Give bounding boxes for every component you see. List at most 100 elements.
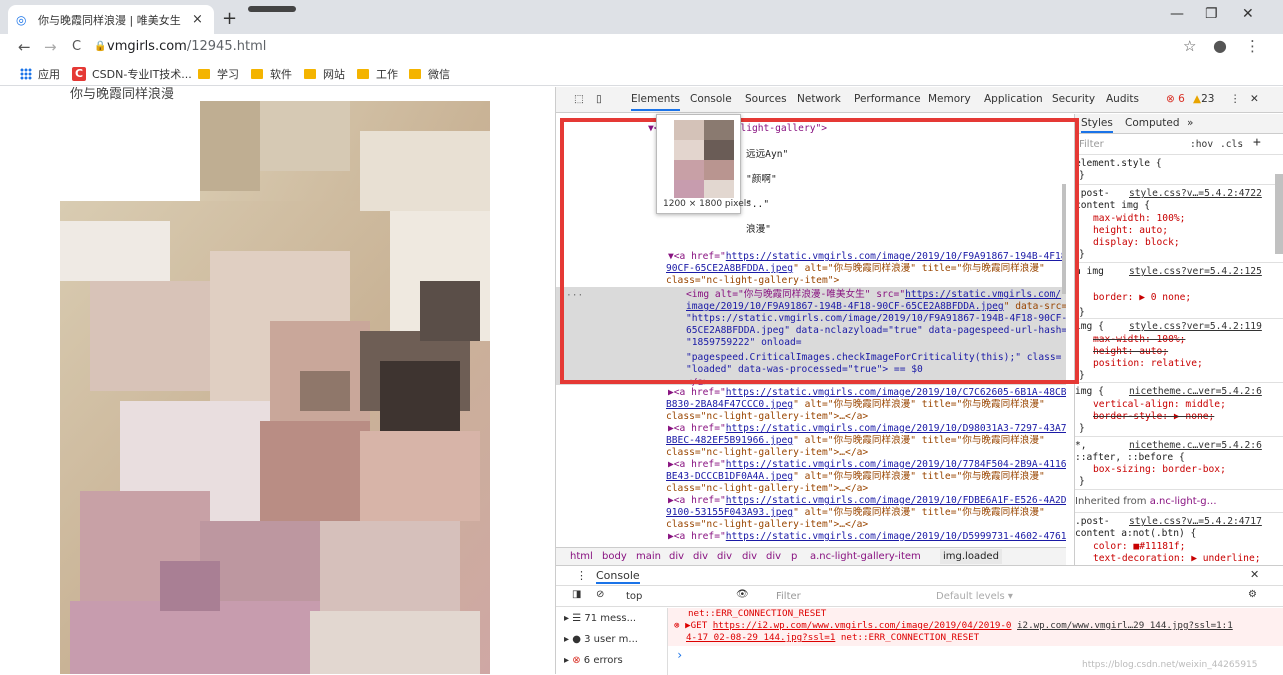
rule-source-link[interactable]: nicetheme.c…ver=5.4.2:6 bbox=[1129, 440, 1262, 452]
rule-source-link[interactable]: style.css?ver=5.4.2:125 bbox=[1129, 266, 1262, 278]
forward-button[interactable]: → bbox=[44, 38, 57, 56]
rule-source-link[interactable]: nicetheme.c…ver=5.4.2:6 bbox=[1129, 386, 1262, 398]
crumb-item[interactable]: p bbox=[791, 551, 797, 562]
anchor-node[interactable]: ▶<a href="https://static.vmgirls.com/ima… bbox=[668, 531, 1066, 543]
tab-elements[interactable]: Elements bbox=[631, 93, 680, 111]
messages-filter[interactable]: ▸ ☰ 71 mess... bbox=[564, 613, 636, 624]
decl[interactable]: height: auto; bbox=[1093, 225, 1168, 237]
log-url-link[interactable]: 4-17_02-08-29_144.jpg?ssl=1 bbox=[674, 632, 835, 643]
console-filter-input[interactable]: Filter bbox=[776, 591, 801, 602]
href-link[interactable]: 9100-53155F043A93.jpeg bbox=[666, 507, 793, 518]
console-prompt[interactable]: › bbox=[676, 648, 683, 662]
href-link[interactable]: https://static.vmgirls.com/image/2019/10… bbox=[726, 459, 1066, 470]
crumb-item[interactable]: div bbox=[766, 551, 781, 562]
context-select[interactable]: top bbox=[626, 591, 642, 602]
tab-application[interactable]: Application bbox=[984, 93, 1043, 105]
profile-icon[interactable]: ● bbox=[1213, 36, 1227, 55]
href-link[interactable]: https://static.vmgirls.com/image/2019/10… bbox=[726, 495, 1066, 506]
error-count-badge[interactable]: ⊗ 6 bbox=[1166, 93, 1185, 105]
errors-filter[interactable]: ▸ ⊗ 6 errors bbox=[564, 655, 623, 666]
hov-toggle[interactable]: :hov bbox=[1190, 139, 1213, 151]
log-url-link[interactable]: https://i2.wp.com/www.vmgirls.com/image/… bbox=[713, 620, 1012, 631]
warning-count-badge[interactable]: ▲23 bbox=[1193, 93, 1214, 105]
device-toolbar-icon[interactable]: ▯ bbox=[596, 93, 602, 105]
crumb-item[interactable]: body bbox=[602, 551, 627, 562]
tab-styles[interactable]: Styles bbox=[1081, 117, 1113, 133]
url-field[interactable]: vmgirls.com/12945.html bbox=[107, 39, 266, 54]
href-link[interactable]: https://static.vmgirls.com/image/2019/10… bbox=[726, 423, 1066, 434]
minimize-button[interactable]: — bbox=[1170, 6, 1184, 22]
restore-button[interactable]: ❐ bbox=[1205, 6, 1218, 22]
href-link[interactable]: https://static.vmgirls.com/image/2019/10… bbox=[726, 387, 1066, 398]
tab-audits[interactable]: Audits bbox=[1106, 93, 1139, 105]
anchor-node[interactable]: ▶<a href="https://static.vmgirls.com/ima… bbox=[668, 495, 1066, 507]
log-levels-select[interactable]: Default levels ▾ bbox=[936, 591, 1013, 602]
new-rule-icon[interactable]: + bbox=[1253, 136, 1261, 149]
bookmark-csdn[interactable]: C CSDN-专业IT技术... bbox=[72, 66, 192, 82]
crumb-item[interactable]: div bbox=[693, 551, 708, 562]
eye-icon[interactable]: 👁 bbox=[736, 589, 749, 600]
rule-source-link[interactable]: style.css?v…=5.4.2:4717 bbox=[1129, 516, 1262, 528]
decl-overridden[interactable]: max-width: 100%; bbox=[1093, 334, 1185, 346]
devtools-close-icon[interactable]: ✕ bbox=[1250, 93, 1259, 105]
console-tab[interactable]: Console bbox=[596, 569, 640, 584]
decl[interactable]: vertical-align: middle; bbox=[1093, 399, 1226, 411]
tab-security[interactable]: Security bbox=[1052, 93, 1095, 105]
console-close-icon[interactable]: ✕ bbox=[1250, 568, 1259, 581]
cls-toggle[interactable]: .cls bbox=[1220, 139, 1243, 151]
bookmark-star-icon[interactable]: ☆ bbox=[1183, 37, 1196, 55]
new-tab-button[interactable]: + bbox=[222, 8, 237, 29]
crumb-item[interactable]: html bbox=[570, 551, 593, 562]
tab-network[interactable]: Network bbox=[797, 93, 841, 105]
tab-performance[interactable]: Performance bbox=[854, 93, 921, 105]
crumb-item[interactable]: div bbox=[669, 551, 684, 562]
anchor-node[interactable]: ▶<a href="https://static.vmgirls.com/ima… bbox=[668, 423, 1066, 435]
href-link[interactable]: BBEC-482EF5B91966.jpeg bbox=[666, 435, 793, 446]
log-source-link[interactable]: i2.wp.com/www.vmgirl…29_144.jpg?ssl=1:1 bbox=[1017, 620, 1233, 631]
bookmark-folder-work[interactable]: 工作 bbox=[357, 66, 398, 82]
rule-source-link[interactable]: style.css?ver=5.4.2:119 bbox=[1129, 321, 1262, 333]
crumb-item-selected[interactable]: img.loaded bbox=[940, 549, 1002, 564]
rule-source-link[interactable]: style.css?v…=5.4.2:4722 bbox=[1129, 188, 1262, 200]
inspect-element-icon[interactable]: ⬚ bbox=[574, 93, 584, 105]
drawer-menu-icon[interactable]: ⋮ bbox=[576, 569, 587, 582]
crumb-item[interactable]: main bbox=[636, 551, 661, 562]
tab-more[interactable]: » bbox=[1187, 117, 1193, 129]
sidebar-toggle-icon[interactable]: ◨ bbox=[572, 589, 581, 600]
tab-memory[interactable]: Memory bbox=[928, 93, 971, 105]
pixelated-photo[interactable] bbox=[60, 101, 490, 674]
crumb-item[interactable]: a.nc-light-gallery-item bbox=[810, 551, 921, 562]
anchor-node[interactable]: ▶<a href="https://static.vmgirls.com/ima… bbox=[668, 387, 1066, 399]
decl[interactable]: display: block; bbox=[1093, 237, 1180, 249]
tab-close-button[interactable]: × bbox=[192, 12, 203, 27]
clear-console-icon[interactable]: ⊘ bbox=[596, 589, 604, 600]
decl-overridden[interactable]: height: auto; bbox=[1093, 346, 1168, 358]
anchor-node[interactable]: ▶<a href="https://static.vmgirls.com/ima… bbox=[668, 459, 1066, 471]
log-entry[interactable]: ⊗ ▶GET https://i2.wp.com/www.vmgirls.com… bbox=[668, 620, 1283, 646]
tab-computed[interactable]: Computed bbox=[1125, 117, 1180, 129]
crumb-item[interactable]: div bbox=[717, 551, 732, 562]
log-entry[interactable]: net::ERR_CONNECTION_RESET bbox=[668, 608, 1283, 620]
styles-scrollbar[interactable] bbox=[1275, 174, 1283, 254]
back-button[interactable]: ← bbox=[18, 38, 31, 56]
bookmark-folder-sites[interactable]: 网站 bbox=[304, 66, 345, 82]
close-window-button[interactable]: ✕ bbox=[1242, 6, 1254, 22]
decl[interactable]: border: ▶ 0 none; bbox=[1093, 292, 1191, 304]
styles-filter-input[interactable]: Filter bbox=[1079, 139, 1104, 151]
tab-console[interactable]: Console bbox=[690, 93, 732, 105]
browser-tab[interactable]: ◎ 你与晚霞同样浪漫 | 唯美女生 × bbox=[8, 5, 214, 34]
tab-sources[interactable]: Sources bbox=[745, 93, 787, 105]
menu-kebab-icon[interactable]: ⋮ bbox=[1245, 37, 1260, 55]
crumb-item[interactable]: div bbox=[742, 551, 757, 562]
href-link[interactable]: https://static.vmgirls.com/image/2019/10… bbox=[726, 531, 1066, 542]
console-settings-icon[interactable]: ⚙ bbox=[1248, 589, 1257, 600]
decl[interactable]: max-width: 100%; bbox=[1093, 213, 1185, 225]
decl[interactable]: box-sizing: border-box; bbox=[1093, 464, 1226, 476]
inherited-from-link[interactable]: a.nc-light-g… bbox=[1150, 496, 1217, 507]
bookmark-folder-software[interactable]: 软件 bbox=[251, 66, 292, 82]
bookmark-folder-study[interactable]: 学习 bbox=[198, 66, 239, 82]
href-link[interactable]: BE43-DCCCB1DF0A4A.jpeg bbox=[666, 471, 793, 482]
user-messages-filter[interactable]: ▸ ● 3 user m... bbox=[564, 634, 638, 645]
bookmark-folder-wechat[interactable]: 微信 bbox=[409, 66, 450, 82]
decl-overridden[interactable]: border-style: ▶ none; bbox=[1093, 411, 1214, 423]
